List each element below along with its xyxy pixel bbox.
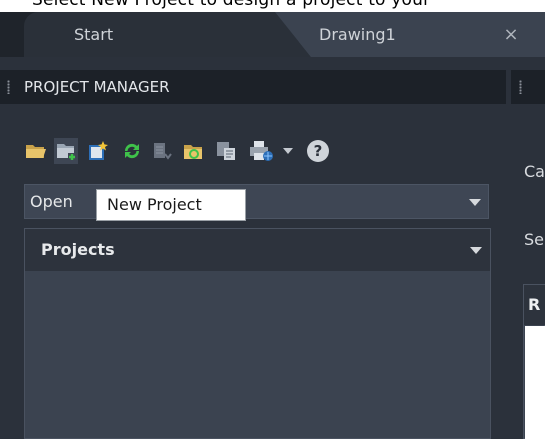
caption-strip: Select New Project to design a project t…: [0, 0, 545, 12]
panel-title: PROJECT MANAGER: [24, 78, 170, 96]
new-drawing-icon[interactable]: [86, 138, 110, 164]
tab-start[interactable]: Start: [24, 12, 299, 57]
project-toolbar: ?: [24, 138, 494, 168]
project-properties-icon[interactable]: [214, 138, 238, 164]
close-icon[interactable]: ×: [499, 12, 523, 57]
new-project-icon[interactable]: [54, 138, 78, 164]
publish-icon[interactable]: [150, 138, 174, 164]
right-panel-list-header-label: R: [528, 295, 541, 314]
grip-handle-icon[interactable]: [519, 80, 522, 94]
projects-header[interactable]: Projects: [25, 229, 490, 271]
chevron-down-icon[interactable]: [469, 199, 481, 206]
open-project-icon[interactable]: [24, 138, 48, 164]
grip-handle-icon[interactable]: [7, 80, 10, 94]
tab-start-label: Start: [74, 25, 114, 44]
dropdown-value: Open: [30, 192, 73, 211]
refresh-icon[interactable]: [120, 138, 144, 164]
project-manager-header[interactable]: PROJECT MANAGER: [0, 70, 506, 104]
tab-drawing1-label: Drawing1: [319, 25, 396, 44]
right-panel-list-header[interactable]: R: [524, 285, 545, 325]
folder-sync-icon[interactable]: [182, 138, 206, 164]
projects-list[interactable]: Projects: [24, 228, 491, 439]
tab-bar: Start Drawing1 ×: [0, 12, 545, 57]
svg-text:?: ?: [314, 142, 323, 160]
project-open-dropdown[interactable]: Open: [24, 184, 489, 219]
plot-icon[interactable]: [246, 138, 276, 164]
projects-header-label: Projects: [41, 240, 115, 259]
tab-drawing1[interactable]: Drawing1 ×: [299, 12, 545, 57]
right-panel-label: Ca: [524, 162, 545, 181]
chevron-down-icon[interactable]: [470, 247, 482, 254]
right-panel-header[interactable]: [511, 70, 545, 104]
caption-text: Select New Project to design a project t…: [32, 0, 431, 10]
right-panel-list-body: [525, 326, 545, 439]
tooltip: New Project: [96, 189, 246, 221]
tooltip-text: New Project: [107, 195, 202, 214]
help-icon[interactable]: ?: [306, 138, 330, 164]
chevron-down-icon[interactable]: [280, 138, 296, 164]
right-panel-label: Se: [524, 230, 544, 249]
